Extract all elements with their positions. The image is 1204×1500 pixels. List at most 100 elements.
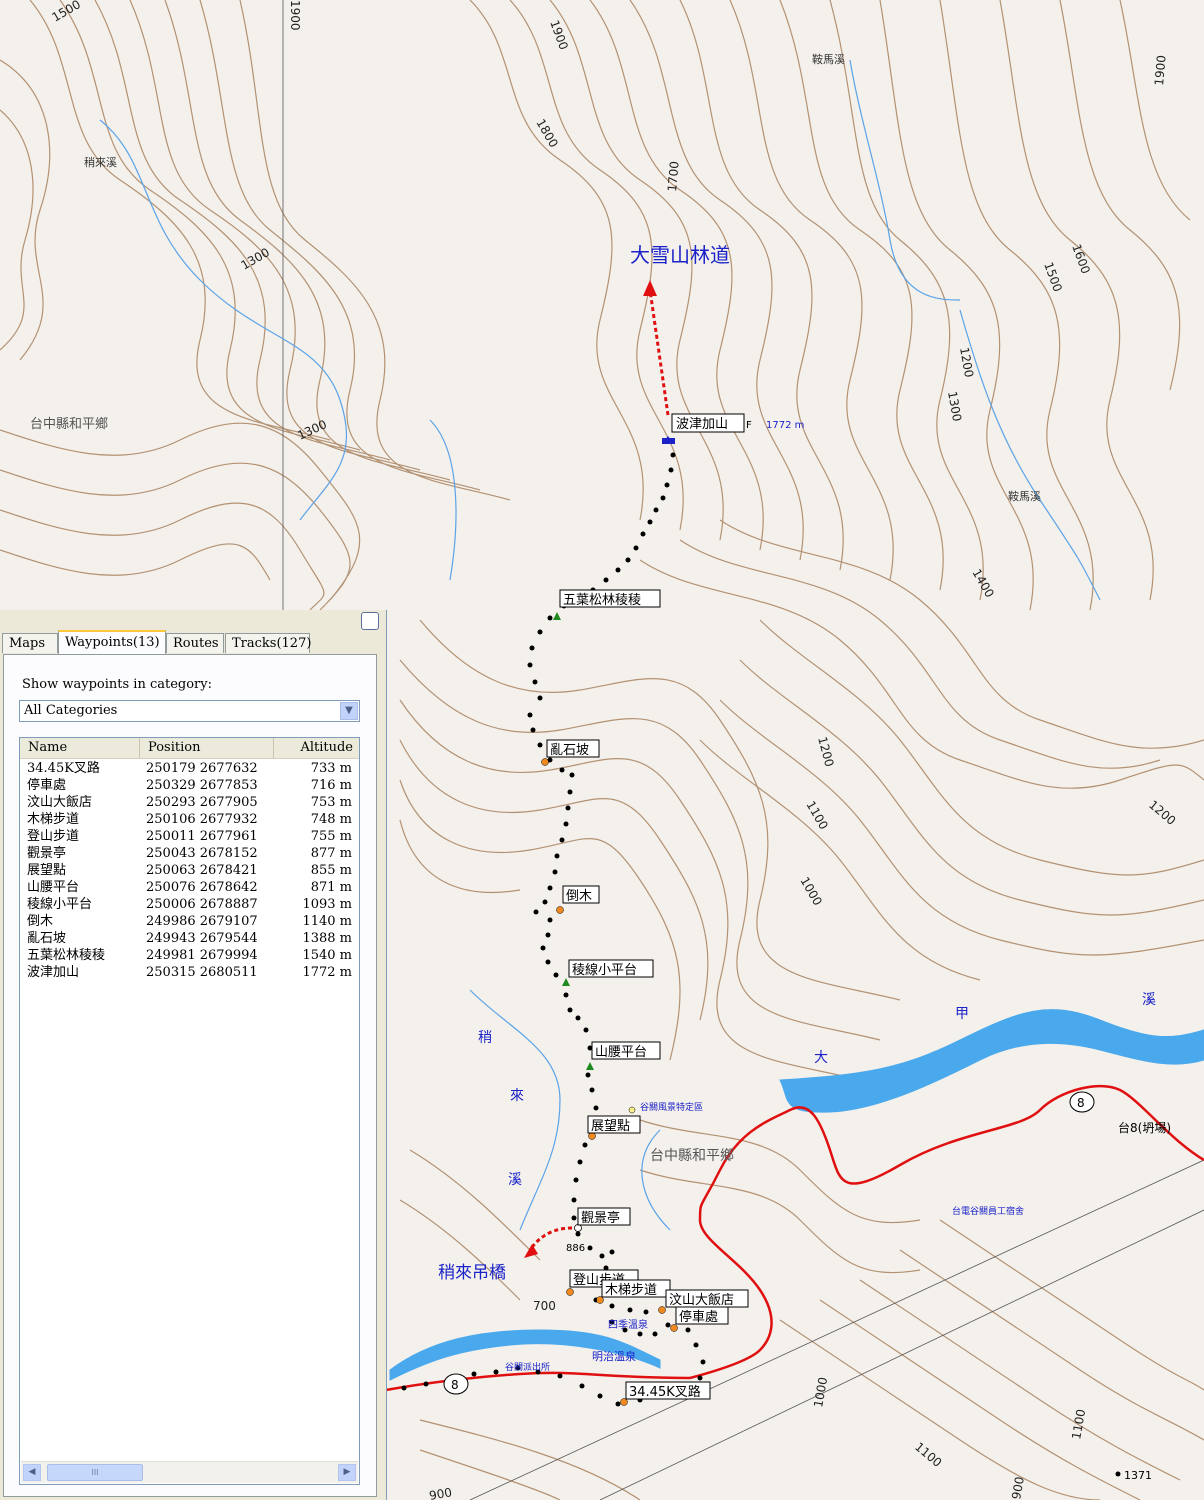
waypoint-label: 稜線小平台 [572,962,637,978]
route-label: 大雪山林道 [630,243,730,267]
waypoint-position: 250011 2677961 [146,829,258,844]
river-label-char: 溪 [1142,992,1156,1008]
waypoint-label: 五葉松林稜稜 [563,593,641,608]
region-label: 台中縣和平鄉 [650,1148,734,1164]
waypoint-position: 250063 2678421 [146,863,258,878]
svg-text:1700: 1700 [665,161,682,193]
list-header: Name Position Altitude [20,738,359,759]
waypoint-name: 觀景亭 [27,846,67,861]
tab-waypoints[interactable]: Waypoints(13) [58,630,166,654]
waypoint-position: 249986 2679107 [146,914,258,929]
waypoint-name: 汶山大飯店 [27,795,93,810]
waypoint-name: 登山步道 [27,829,80,844]
stream-label-char: 溪 [508,1172,522,1188]
poi-label: 明治溫泉 [592,1349,636,1363]
svg-text:8: 8 [1077,1096,1085,1110]
scroll-right-icon[interactable]: ▶ [338,1464,356,1481]
waypoint-label: 波津加山 [676,417,728,432]
river-label-char: 甲 [955,1006,969,1022]
stream-label: 稍來溪 [84,155,117,169]
category-select[interactable]: All Categories ▼ [19,700,360,722]
summit-altitude: 1772 m [766,420,804,431]
svg-text:700: 700 [533,1299,556,1313]
waypoint-altitude: 1388 m [302,931,352,946]
horizontal-scrollbar[interactable]: ◀ III ▶ [21,1461,358,1483]
panel-tabs: Maps Waypoints(13) Routes Tracks(127) [0,630,386,654]
svg-text:1900: 1900 [288,0,302,31]
waypoint-name: 波津加山 [27,965,80,980]
waypoint-label: 展望點 [591,1118,630,1134]
waypoint-position: 250006 2678887 [146,897,258,912]
waypoint-name: 山腰平台 [27,880,80,895]
poi-label: 谷關風景特定區 [640,1101,703,1113]
waypoint-altitude: 855 m [310,863,352,878]
tab-tracks[interactable]: Tracks(127) [225,633,311,653]
column-header-name[interactable]: Name [20,738,140,758]
category-label: Show waypoints in category: [22,677,212,692]
waypoint-row[interactable]: 木梯步道 250106 2677932 748 m [20,811,359,828]
waypoint-row[interactable]: 汶山大飯店 250293 2677905 753 m [20,794,359,811]
waypoint-altitude: 748 m [310,812,352,827]
region-label: 台中縣和平鄉 [30,416,108,432]
waypoint-altitude: 871 m [310,880,352,895]
waypoints-tab-page: Show waypoints in category: All Categori… [3,654,377,1497]
waypoint-label: 觀景亭 [581,1210,620,1226]
waypoint-row[interactable]: 34.45K叉路 250179 2677632 733 m [20,760,359,777]
stream-label-char: 來 [510,1088,524,1104]
waypoint-altitude: 1140 m [302,914,352,929]
waypoint-label: 倒木 [566,889,592,904]
waypoint-row[interactable]: 亂石坡 249943 2679544 1388 m [20,930,359,947]
waypoint-name: 亂石坡 [27,931,67,946]
peak-label: 1371 [1124,1469,1152,1482]
waypoint-position: 249943 2679544 [146,931,258,946]
waypoint-row[interactable]: 山腰平台 250076 2678642 871 m [20,879,359,896]
category-value: All Categories [24,703,118,718]
stream-label: 鞍馬溪 [812,52,845,66]
waypoint-altitude: 733 m [310,761,352,776]
tab-maps[interactable]: Maps [2,633,58,653]
stream-label-char: 稍 [478,1030,492,1046]
waypoint-list[interactable]: Name Position Altitude 34.45K叉路 250179 26… [19,737,360,1485]
waypoint-altitude: 753 m [310,795,352,810]
river-label-char: 大 [814,1050,828,1066]
scroll-thumb[interactable]: III [47,1464,143,1481]
waypoint-label: 停車處 [679,1309,718,1325]
summit-flag: F [746,420,752,431]
waypoint-altitude: 755 m [310,829,352,844]
column-header-position[interactable]: Position [140,738,274,758]
waypoint-row[interactable]: 停車處 250329 2677853 716 m [20,777,359,794]
svg-text:8: 8 [451,1378,459,1392]
waypoint-position: 250076 2678642 [146,880,258,895]
waypoint-row[interactable]: 五葉松林稜稜 249981 2679994 1540 m [20,947,359,964]
waypoint-row[interactable]: 展望點 250063 2678421 855 m [20,862,359,879]
waypoint-label: 汶山大飯店 [669,1292,734,1308]
column-header-altitude[interactable]: Altitude [274,738,359,758]
tab-routes[interactable]: Routes [166,633,224,653]
waypoint-label: 34.45K叉路 [629,1384,701,1400]
waypoint-name: 木梯步道 [27,812,80,827]
waypoint-row[interactable]: 稜線小平台 250006 2678887 1093 m [20,896,359,913]
waypoint-label: 木梯步道 [605,1283,657,1298]
waypoint-label: 亂石坡 [550,743,589,758]
waypoint-row[interactable]: 倒木 249986 2679107 1140 m [20,913,359,930]
svg-text:1900: 1900 [1152,55,1169,87]
waypoint-altitude: 716 m [310,778,352,793]
waypoint-position: 250315 2680511 [146,965,258,980]
chevron-down-icon[interactable]: ▼ [340,702,358,720]
poi-label: 四季溫泉 [608,1318,648,1331]
waypoint-name: 停車處 [27,778,67,793]
waypoint-position: 250293 2677905 [146,795,258,810]
stream-label: 鞍馬溪 [1008,489,1041,503]
restore-panel-button[interactable] [361,612,379,630]
waypoint-name: 稜線小平台 [27,897,93,912]
scroll-left-icon[interactable]: ◀ [23,1464,41,1481]
waypoint-name: 倒木 [27,914,54,929]
poi-label: 台電谷關員工宿舍 [952,1205,1024,1217]
road-label: 台8(坍場) [1118,1120,1171,1135]
waypoint-row[interactable]: 波津加山 250315 2680511 1772 m [20,964,359,981]
waypoint-row[interactable]: 登山步道 250011 2677961 755 m [20,828,359,845]
waypoint-name: 五葉松林稜稜 [27,948,106,963]
waypoint-altitude: 1093 m [302,897,352,912]
waypoint-row[interactable]: 觀景亭 250043 2678152 877 m [20,845,359,862]
waypoint-altitude: 877 m [310,846,352,861]
